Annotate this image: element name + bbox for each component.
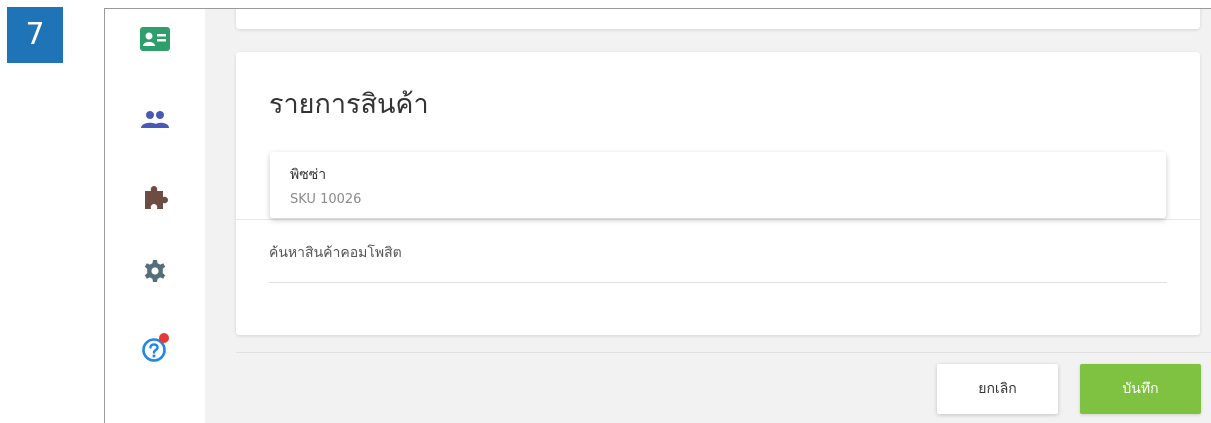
notification-dot (159, 333, 169, 343)
product-list-item[interactable]: พิซซ่า SKU 10026 (270, 152, 1166, 218)
cancel-button[interactable]: ยกเลิก (937, 364, 1058, 414)
puzzle-icon[interactable] (139, 181, 171, 213)
sidebar (105, 9, 205, 423)
save-button[interactable]: บันทึก (1080, 364, 1201, 414)
step-number-badge: 7 (7, 7, 63, 63)
app-window: รายการสินค้า พิซซ่า SKU 10026 ยกเลิก บัน… (104, 8, 1211, 423)
previous-card (236, 9, 1200, 29)
composite-product-search-input[interactable] (269, 237, 1167, 283)
id-card-icon[interactable] (139, 23, 171, 55)
help-icon[interactable] (139, 333, 171, 365)
footer-divider (236, 352, 1211, 353)
product-list-card: รายการสินค้า พิซซ่า SKU 10026 (236, 52, 1200, 335)
card-title: รายการสินค้า (269, 89, 429, 120)
users-icon[interactable] (139, 103, 171, 135)
gear-icon[interactable] (139, 255, 171, 287)
product-sku: SKU 10026 (290, 192, 362, 207)
card-divider (236, 219, 1200, 220)
product-name: พิซซ่า (290, 167, 327, 183)
